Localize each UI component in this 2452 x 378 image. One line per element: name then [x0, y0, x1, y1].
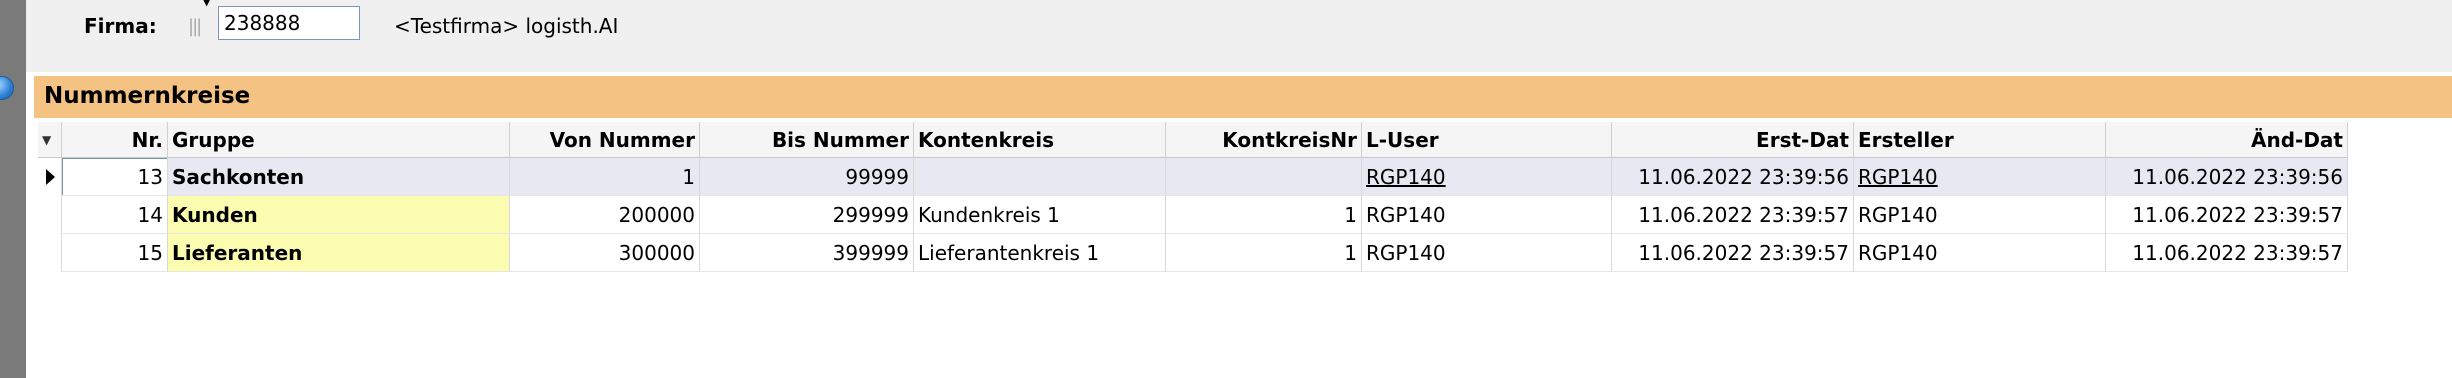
- cell-l-user-link[interactable]: RGP140: [1362, 158, 1612, 196]
- firma-input[interactable]: [218, 6, 360, 40]
- cell-erst-dat[interactable]: 11.06.2022 23:39:57: [1612, 234, 1854, 272]
- col-header-erst-dat[interactable]: Erst-Dat: [1612, 122, 1854, 158]
- cell-aend-dat[interactable]: 11.06.2022 23:39:57: [2106, 196, 2348, 234]
- col-header-nr[interactable]: Nr.: [62, 122, 168, 158]
- current-row-arrow-icon: [46, 169, 55, 185]
- cell-bis-nummer[interactable]: 299999: [700, 196, 914, 234]
- tick-mark-icon: ▼: [202, 0, 212, 8]
- filter-bar: ▼ Firma: ||| <Testfirma> logisth.AI: [26, 0, 2452, 72]
- col-header-gruppe[interactable]: Gruppe: [168, 122, 510, 158]
- cell-erst-dat[interactable]: 11.06.2022 23:39:56: [1612, 158, 1854, 196]
- col-header-aend-dat[interactable]: Änd-Dat: [2106, 122, 2348, 158]
- cell-gruppe[interactable]: Lieferanten: [168, 234, 510, 272]
- firma-description: <Testfirma> logisth.AI: [394, 14, 619, 38]
- cell-nr[interactable]: 15: [62, 234, 168, 272]
- cell-von-nummer[interactable]: 200000: [510, 196, 700, 234]
- row-indicator[interactable]: [38, 234, 62, 272]
- cell-bis-nummer[interactable]: 99999: [700, 158, 914, 196]
- row-indicator[interactable]: [38, 158, 62, 196]
- cell-kontenkreis[interactable]: Kundenkreis 1: [914, 196, 1166, 234]
- cell-kontenkreis[interactable]: [914, 158, 1166, 196]
- left-sidebar: [0, 0, 26, 378]
- section-title: Nummernkreise: [34, 76, 2452, 118]
- cell-bis-nummer[interactable]: 399999: [700, 234, 914, 272]
- row-indicator[interactable]: [38, 196, 62, 234]
- cell-kontenkreis[interactable]: Lieferantenkreis 1: [914, 234, 1166, 272]
- cell-ersteller[interactable]: RGP140: [1854, 234, 2106, 272]
- cell-von-nummer[interactable]: 1: [510, 158, 700, 196]
- drag-grip-icon[interactable]: |||: [188, 16, 202, 38]
- row-indicator-header[interactable]: ▼: [38, 122, 62, 158]
- cell-kontkreisnr[interactable]: [1166, 158, 1362, 196]
- col-header-bis-nummer[interactable]: Bis Nummer: [700, 122, 914, 158]
- cell-ersteller[interactable]: RGP140: [1854, 196, 2106, 234]
- column-chooser-icon[interactable]: ▼: [42, 122, 51, 157]
- nummernkreise-panel: Nummernkreise ▼ Nr. Gruppe Von Nummer Bi…: [26, 72, 2452, 378]
- cell-nr[interactable]: 13: [62, 158, 168, 196]
- cell-gruppe[interactable]: Sachkonten: [168, 158, 510, 196]
- firma-label: Firma:: [84, 14, 157, 38]
- cell-nr[interactable]: 14: [62, 196, 168, 234]
- col-header-ersteller[interactable]: Ersteller: [1854, 122, 2106, 158]
- cell-aend-dat[interactable]: 11.06.2022 23:39:57: [2106, 234, 2348, 272]
- cell-l-user[interactable]: RGP140: [1362, 196, 1612, 234]
- col-header-kontkreisnr[interactable]: KontkreisNr: [1166, 122, 1362, 158]
- col-header-von-nummer[interactable]: Von Nummer: [510, 122, 700, 158]
- cell-kontkreisnr[interactable]: 1: [1166, 196, 1362, 234]
- col-header-kontenkreis[interactable]: Kontenkreis: [914, 122, 1166, 158]
- cell-erst-dat[interactable]: 11.06.2022 23:39:57: [1612, 196, 1854, 234]
- col-header-l-user[interactable]: L-User: [1362, 122, 1612, 158]
- cell-l-user[interactable]: RGP140: [1362, 234, 1612, 272]
- cell-ersteller-link[interactable]: RGP140: [1854, 158, 2106, 196]
- cell-kontkreisnr[interactable]: 1: [1166, 234, 1362, 272]
- cell-gruppe[interactable]: Kunden: [168, 196, 510, 234]
- cell-aend-dat[interactable]: 11.06.2022 23:39:56: [2106, 158, 2348, 196]
- cell-von-nummer[interactable]: 300000: [510, 234, 700, 272]
- globe-icon[interactable]: [0, 76, 14, 100]
